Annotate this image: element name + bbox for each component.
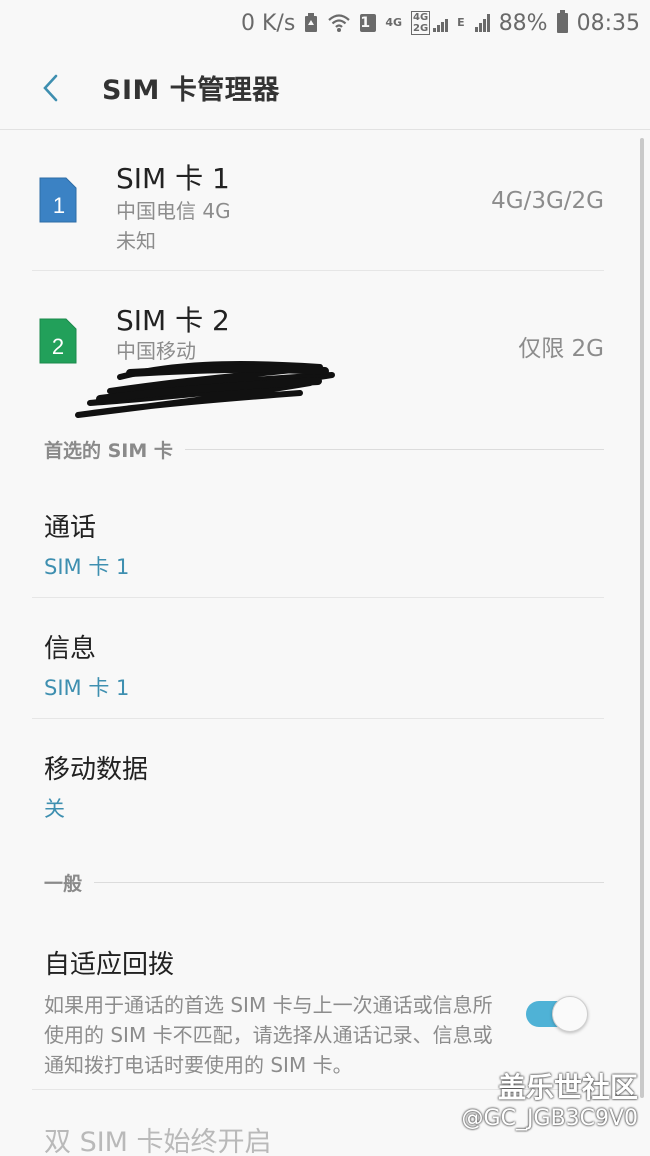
sim-card-2-icon: 2 xyxy=(39,318,77,364)
page-title: SIM 卡管理器 xyxy=(102,75,280,106)
adaptive-callback-description: 如果用于通话的首选 SIM 卡与上一次通话或信息所使用的 SIM 卡不匹配，请选… xyxy=(44,993,493,1077)
toggle-thumb xyxy=(552,996,588,1032)
content: 1 SIM 卡 1 中国电信 4G 未知 4G/3G/2G 2 SIM 卡 2 … xyxy=(0,131,636,1156)
sim-card-1-status: 未知 xyxy=(116,229,156,253)
clock: 08:35 xyxy=(576,10,640,36)
network-type-4g: 4G xyxy=(385,16,402,29)
preferred-messages-value: SIM 卡 1 xyxy=(44,676,130,700)
redaction-scribble xyxy=(75,361,335,418)
general-header: 一般 xyxy=(44,852,604,912)
app-bar: SIM 卡管理器 xyxy=(0,46,650,130)
general-header-label: 一般 xyxy=(44,872,83,895)
preferred-mobile-data-row[interactable]: 移动数据 关 xyxy=(32,719,604,852)
network-stack-bottom: 2G xyxy=(413,23,429,34)
sim-card-2-network: 仅限 2G xyxy=(518,336,604,362)
preferred-sim-header-label: 首选的 SIM 卡 xyxy=(44,439,173,462)
dual-sim-always-on-title: 双 SIM 卡始终开启 xyxy=(44,1127,272,1156)
adaptive-callback-title: 自适应回拨 xyxy=(44,950,175,980)
scrollbar[interactable] xyxy=(640,138,644,1098)
sim-card-1-network: 4G/3G/2G xyxy=(491,188,604,214)
network-stack: 4G 2G xyxy=(411,11,449,35)
sim-card-1-icon: 1 xyxy=(39,177,77,223)
sim-card-1-row[interactable]: 1 SIM 卡 1 中国电信 4G 未知 4G/3G/2G xyxy=(32,131,604,271)
preferred-messages-title: 信息 xyxy=(44,634,97,664)
section-divider xyxy=(94,881,604,883)
status-bar: 0 K/s 1 4G 4G 2G E 88% 08:35 xyxy=(0,0,650,46)
adaptive-callback-row[interactable]: 自适应回拨 如果用于通话的首选 SIM 卡与上一次通话或信息所使用的 SIM 卡… xyxy=(32,912,604,1090)
recycle-icon xyxy=(304,13,318,33)
back-arrow-icon xyxy=(43,74,58,101)
battery-icon xyxy=(556,10,568,33)
sim-card-1-carrier: 中国电信 4G xyxy=(116,199,231,223)
sim-card-2-name: SIM 卡 2 xyxy=(116,304,230,337)
network-speed: 0 K/s xyxy=(241,10,296,36)
preferred-calls-row[interactable]: 通话 SIM 卡 1 xyxy=(32,477,604,598)
preferred-mobile-data-value: 关 xyxy=(44,797,65,821)
watermark-user-handle: @GC_JGB3C9V0 xyxy=(461,1106,638,1131)
wifi-icon xyxy=(327,13,351,33)
signal-icon xyxy=(474,14,490,32)
adaptive-callback-toggle[interactable] xyxy=(524,996,588,1032)
section-divider xyxy=(184,448,604,450)
network-stack-top: 4G xyxy=(413,12,429,23)
watermark-community: 盖乐世社区 xyxy=(497,1071,638,1104)
sim-card-2-slot: 2 xyxy=(52,334,64,359)
preferred-calls-title: 通话 xyxy=(44,513,97,543)
preferred-messages-row[interactable]: 信息 SIM 卡 1 xyxy=(32,598,604,719)
back-button[interactable] xyxy=(20,58,80,118)
preferred-calls-value: SIM 卡 1 xyxy=(44,555,130,579)
sim-card-1-slot: 1 xyxy=(53,193,65,218)
sim-card-2-row[interactable]: 2 SIM 卡 2 中国移动 仅限 2G xyxy=(32,271,604,421)
battery-percent: 88% xyxy=(498,10,548,36)
preferred-mobile-data-title: 移动数据 xyxy=(44,755,149,785)
preferred-sim-header: 首选的 SIM 卡 xyxy=(44,421,604,477)
sim-indicator-badge: 1 xyxy=(360,14,377,32)
sim-card-1-name: SIM 卡 1 xyxy=(116,162,230,195)
network-type-e: E xyxy=(457,16,465,29)
